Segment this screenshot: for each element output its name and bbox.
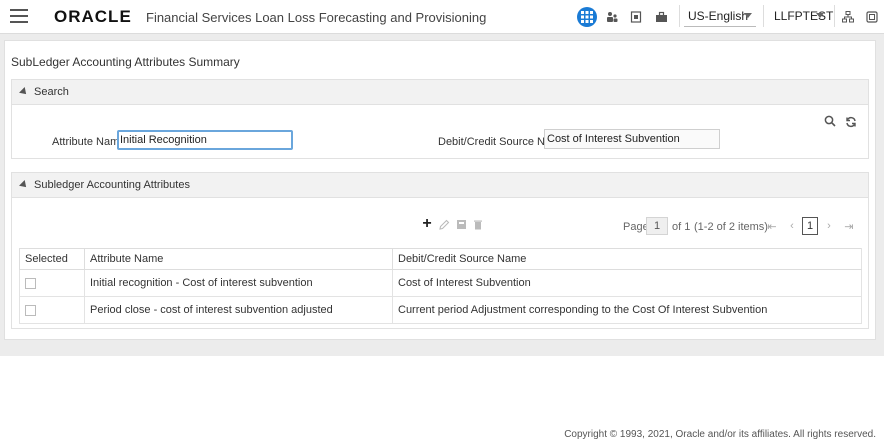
- attributes-section-header[interactable]: Subledger Accounting Attributes: [11, 172, 869, 198]
- user-name: LLFPTEST: [774, 9, 834, 23]
- add-icon[interactable]: +: [419, 215, 435, 232]
- oracle-logo: ORACLE: [54, 7, 132, 26]
- row-checkbox[interactable]: [25, 304, 36, 316]
- chevron-down-icon: [744, 13, 752, 18]
- column-header-attribute-name[interactable]: Attribute Name: [84, 248, 393, 270]
- next-page-icon[interactable]: ›: [823, 220, 835, 232]
- copy-icon[interactable]: [453, 216, 469, 232]
- search-section-header[interactable]: Search: [11, 79, 869, 105]
- page-background: SubLedger Accounting Attributes Summary …: [0, 34, 884, 356]
- book-icon[interactable]: [626, 7, 646, 27]
- source-name-input[interactable]: Cost of Interest Subvention: [544, 129, 720, 149]
- attributes-section-title: Subledger Accounting Attributes: [34, 179, 190, 191]
- hierarchy-icon[interactable]: [838, 7, 858, 27]
- app-name: Financial Services Loan Loss Forecasting…: [146, 10, 487, 25]
- collapse-icon[interactable]: [19, 180, 29, 190]
- language-select[interactable]: US-English: [684, 5, 756, 27]
- header-divider: [763, 5, 764, 27]
- pager-page-label: Page: [623, 221, 649, 233]
- copyright-footer: Copyright © 1993, 2021, Oracle and/or it…: [564, 429, 876, 440]
- attribute-name-input[interactable]: Initial Recognition: [117, 130, 293, 150]
- table-row[interactable]: Period close - cost of interest subventi…: [19, 296, 862, 324]
- chevron-down-icon: [816, 13, 824, 18]
- first-page-icon[interactable]: ⇤: [766, 220, 778, 233]
- page-title: SubLedger Accounting Attributes Summary: [11, 55, 240, 69]
- source-name-cell: Current period Adjustment corresponding …: [392, 296, 862, 324]
- summary-card: SubLedger Accounting Attributes Summary …: [4, 40, 876, 340]
- attribute-name-label: Attribute Name: [52, 136, 126, 148]
- attribute-name-cell: Period close - cost of interest subventi…: [84, 296, 393, 324]
- attribute-name-cell: Initial recognition - Cost of interest s…: [84, 269, 393, 297]
- pager-current-page[interactable]: 1: [802, 217, 818, 235]
- column-header-selected: Selected: [19, 248, 85, 270]
- last-page-icon[interactable]: ⇥: [843, 220, 855, 233]
- delete-icon[interactable]: [470, 216, 486, 232]
- menu-icon[interactable]: [10, 9, 28, 23]
- attributes-section-body: + Page 1 of 1 (1-2 of 2 items) ⇤ ‹ 1 › ⇥: [11, 198, 869, 329]
- header-divider: [679, 5, 680, 27]
- header-divider: [834, 5, 835, 27]
- apps-grid-icon[interactable]: [577, 7, 597, 27]
- pager-of-label: of 1: [672, 221, 691, 233]
- app-header: ORACLE Financial Services Loan Loss Fore…: [0, 0, 884, 34]
- attributes-table: Selected Attribute Name Debit/Credit Sou…: [19, 248, 862, 324]
- collapse-icon[interactable]: [19, 87, 29, 97]
- reset-icon[interactable]: [843, 114, 859, 130]
- row-checkbox[interactable]: [25, 277, 36, 289]
- search-section-title: Search: [34, 86, 69, 98]
- briefcase-icon[interactable]: [651, 7, 671, 27]
- column-header-source-name[interactable]: Debit/Credit Source Name: [392, 248, 862, 270]
- source-name-cell: Cost of Interest Subvention: [392, 269, 862, 297]
- search-icon[interactable]: [822, 113, 838, 129]
- users-icon[interactable]: [602, 7, 622, 27]
- pager-page-input[interactable]: 1: [646, 217, 668, 235]
- user-menu[interactable]: LLFPTEST: [770, 5, 833, 27]
- edit-icon[interactable]: [436, 216, 452, 232]
- row-select-cell: [19, 296, 85, 324]
- row-select-cell: [19, 269, 85, 297]
- pager-range-label: (1-2 of 2 items): [694, 221, 768, 233]
- search-section-body: Attribute Name Initial Recognition Debit…: [11, 105, 869, 159]
- prev-page-icon[interactable]: ‹: [786, 220, 798, 232]
- table-header-row: Selected Attribute Name Debit/Credit Sou…: [19, 248, 862, 270]
- window-icon[interactable]: [862, 7, 882, 27]
- language-value: US-English: [688, 9, 749, 23]
- table-row[interactable]: Initial recognition - Cost of interest s…: [19, 269, 862, 297]
